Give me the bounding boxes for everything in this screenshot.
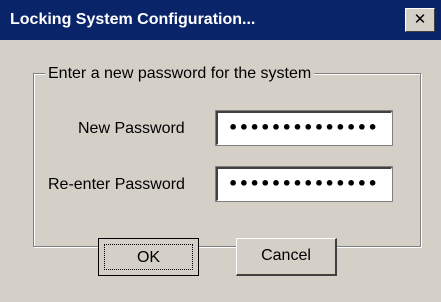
ok-button[interactable]: OK [98,238,199,276]
new-password-label: New Password [78,120,185,137]
groupbox-label: Enter a new password for the system [45,65,315,83]
dialog-body: Enter a new password for the system New … [0,40,441,302]
close-button[interactable]: ✕ [405,8,435,32]
close-icon: ✕ [413,11,427,28]
window-title: Locking System Configuration... [10,11,256,28]
ok-button-label: OK [104,244,193,270]
title-bar: Locking System Configuration... ✕ [0,0,441,40]
new-password-field[interactable]: •••••••••••••• [215,110,393,146]
cancel-button[interactable]: Cancel [236,238,337,276]
reenter-password-label: Re-enter Password [48,176,185,193]
password-groupbox [33,73,421,247]
reenter-password-field[interactable]: •••••••••••••• [215,166,393,202]
